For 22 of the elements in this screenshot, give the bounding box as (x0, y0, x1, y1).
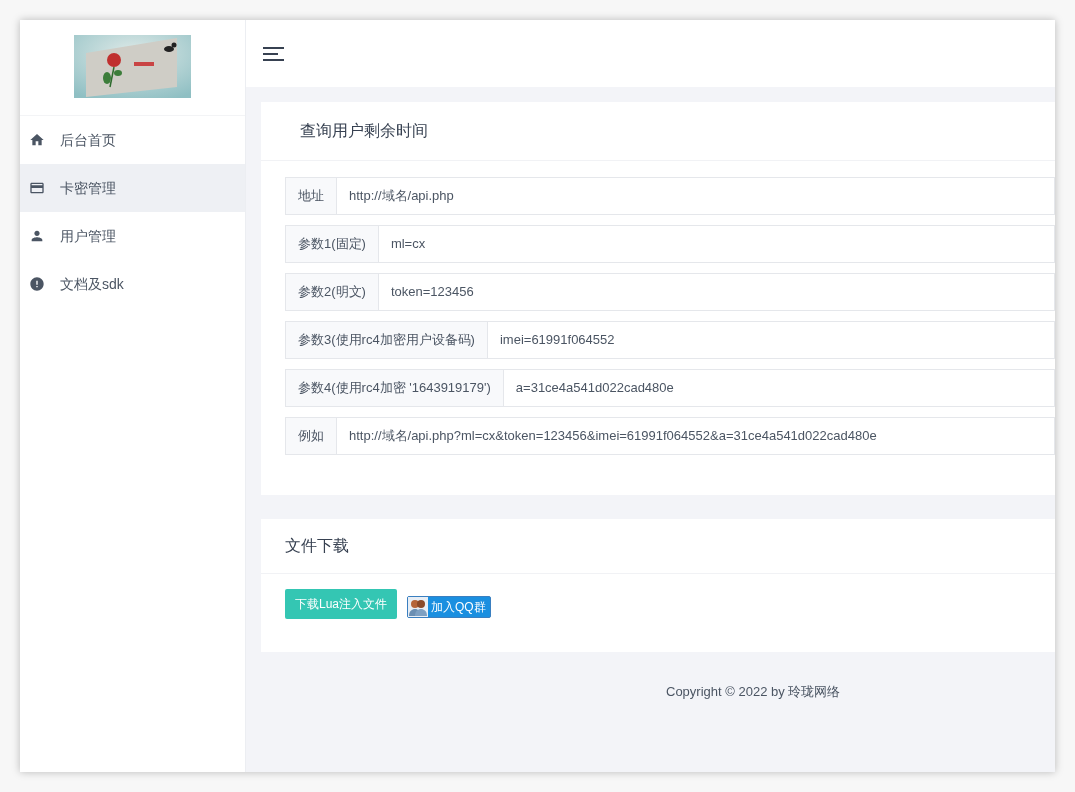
field-label: 参数1(固定) (285, 225, 379, 263)
sidebar-item[interactable]: 卡密管理 (20, 164, 245, 212)
home-icon (29, 132, 45, 148)
field-label: 例如 (285, 417, 337, 455)
field-label: 参数3(使用rc4加密用户设备码) (285, 321, 488, 359)
input-field[interactable]: http://域名/api.php?ml=cx&token=123456&imei=61991f064552&a=31ce4a541d022cad480e (337, 417, 1055, 455)
people-icon (408, 597, 429, 617)
input-field[interactable]: a=31ce4a541d022cad480e (503, 369, 1055, 407)
input-field[interactable]: ml=cx (378, 225, 1055, 263)
input-field[interactable]: http://域名/api.php (337, 177, 1055, 215)
credit-card-icon (29, 180, 45, 196)
alert-icon (29, 276, 45, 292)
person-icon (29, 228, 45, 244)
card-title: 文件下载 (285, 536, 349, 556)
copyright-text: Copyright © 2022 by 玲珑网络 (666, 684, 841, 699)
field-label: 地址 (285, 177, 337, 215)
field-label: 参数4(使用rc4加密 '1643919179') (285, 369, 504, 407)
input-field[interactable]: imei=61991f064552 (487, 321, 1055, 359)
menu-icon[interactable] (263, 46, 284, 61)
input-field[interactable]: token=123456 (378, 273, 1055, 311)
field-label: 参数2(明文) (285, 273, 379, 311)
card-title: 查询用户剩余时间 (300, 121, 428, 141)
